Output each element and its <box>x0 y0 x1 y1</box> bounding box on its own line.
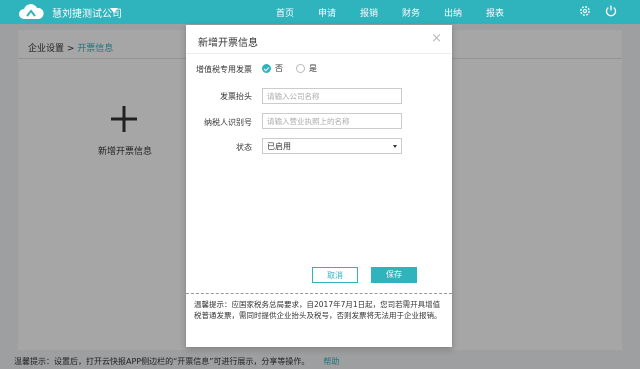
top-bar: 慧刘捷测试公司 首页 申请 报销 财务 出纳 报表 <box>0 0 640 24</box>
nav-apply[interactable]: 申请 <box>318 6 336 19</box>
modal-tip: 温馨提示：应国家税务总局要求，自2017年7月1日起，您司若需开具增值税普通发票… <box>194 300 442 320</box>
nav-home[interactable]: 首页 <box>276 6 294 19</box>
vat-option-no-label[interactable]: 否 <box>275 63 283 74</box>
invoice-title-input[interactable] <box>262 88 402 104</box>
close-icon[interactable]: × <box>431 31 442 46</box>
status-select-value: 已启用 <box>267 142 291 151</box>
modal-footer-divider <box>186 293 452 294</box>
nav-cashier[interactable]: 出纳 <box>444 6 462 19</box>
power-icon[interactable] <box>604 4 618 18</box>
cloud-logo-icon <box>19 4 44 20</box>
vat-label: 增值税专用发票 <box>196 65 252 74</box>
status-select[interactable]: 已启用 <box>262 138 402 154</box>
vat-radio-yes[interactable] <box>296 64 305 73</box>
nav-finance[interactable]: 财务 <box>402 6 420 19</box>
chevron-down-icon <box>393 145 397 148</box>
save-button[interactable]: 保存 <box>371 267 417 283</box>
status-label: 状态 <box>236 143 252 152</box>
nav-reimburse[interactable]: 报销 <box>360 6 378 19</box>
modal-title: 新增开票信息 <box>198 38 258 49</box>
taxpayer-id-label: 纳税人识别号 <box>204 118 252 127</box>
gear-icon[interactable] <box>578 4 592 18</box>
vat-radio-no[interactable] <box>262 64 271 73</box>
vat-option-yes-label[interactable]: 是 <box>309 63 317 74</box>
cancel-button[interactable]: 取消 <box>312 267 358 283</box>
modal-header-divider <box>186 53 452 54</box>
add-invoice-modal: 新增开票信息 × 增值税专用发票 否 是 发票抬头 纳税人识别号 状态 已启用 … <box>186 25 452 347</box>
chevron-down-icon[interactable] <box>110 8 118 13</box>
invoice-title-label: 发票抬头 <box>220 92 252 101</box>
taxpayer-id-input[interactable] <box>262 113 402 129</box>
nav-reports[interactable]: 报表 <box>486 6 504 19</box>
